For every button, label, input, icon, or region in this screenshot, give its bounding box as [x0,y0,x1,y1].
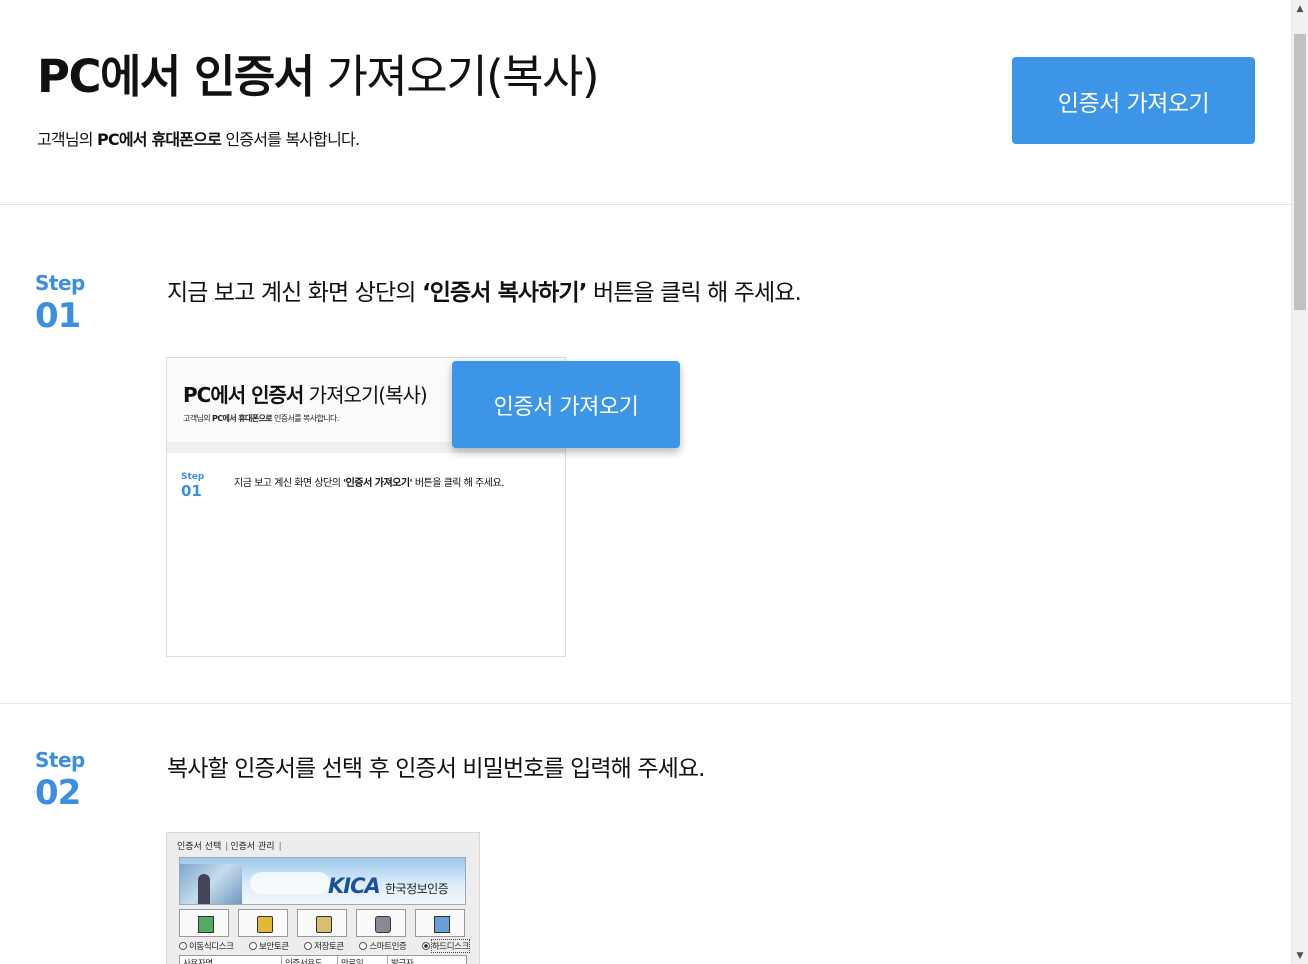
preview-title-bold: PC에서 인증서 [183,383,304,407]
preview-sub-bold: PC에서 휴대폰으로 [212,414,273,423]
step-text-bold: ‘인증서 복사하기’ [421,280,588,306]
column-header: 만료일 [338,956,388,964]
building-illustration [180,864,242,904]
radio-option-selected: 하드디스크 [421,939,471,953]
person-illustration [198,874,210,904]
radio-option: 보안토큰 [249,940,289,952]
preview-import-button: 인증서 가져오기 [452,361,680,448]
preview-step-number: 01 [181,482,202,500]
radio-label: 이동식디스크 [189,942,234,952]
import-certificate-button[interactable]: 인증서 가져오기 [1012,57,1255,144]
preview-tab-row: 인증서 선택 | 인증서 관리 | [177,842,282,852]
column-header: 인증서용도 [282,956,338,964]
preview-text-post: 버튼을 클릭 해 주세요. [414,478,505,489]
hard-disk-icon [415,909,465,937]
subtitle-post: 인증서를 복사합니다. [225,130,360,149]
step-text-post: 버튼을 클릭 해 주세요. [592,280,802,306]
radio-option: 저장토큰 [304,940,344,952]
step-number: 02 [35,773,81,813]
column-header: 사용자명 [180,956,282,964]
preview-sub-post: 인증서를 복사합니다. [274,414,339,423]
scroll-down-arrow-icon[interactable]: ▼ [1292,947,1308,964]
radio-option: 스마트인증 [359,940,407,952]
preview-subtitle: 고객님의 PC에서 휴대폰으로 인증서를 복사합니다. [183,413,339,424]
security-token-icon [238,909,288,937]
header-divider [0,204,1291,205]
preview-step-label: Step [181,472,205,482]
storage-radio-row: 이동식디스크 보안토큰 저장토큰 스마트인증 하드디스크 [179,939,471,953]
kica-logo: KICA [328,874,381,898]
radio-icon [249,942,257,950]
preview-tab: 인증서 관리 [230,842,275,852]
preview-sub-pre: 고객님의 [183,414,211,423]
subtitle-bold: PC에서 휴대폰으로 [96,130,222,149]
kica-banner: KICA 한국정보인증 [179,857,466,905]
certificate-table-header: 사용자명 인증서용도 만료일 발급자 [179,955,467,964]
scroll-up-arrow-icon[interactable]: ▲ [1292,0,1308,17]
page-title: PC에서 인증서 가져오기(복사) [37,50,600,103]
step-instruction: 복사할 인증서를 선택 후 인증서 비밀번호를 입력해 주세요. [167,756,705,782]
page-title-rest: 가져오기(복사) [326,50,600,103]
preview-title: PC에서 인증서 가져오기(복사) [183,379,428,408]
step-label: Step [35,271,85,295]
page-subtitle: 고객님의 PC에서 휴대폰으로 인증서를 복사합니다. [37,126,360,150]
radio-icon [179,942,187,950]
page-title-bold: PC에서 인증서 [37,50,315,103]
step-label: Step [35,748,85,772]
preview-text-bold: '인증서 가져오기' [343,478,413,489]
radio-option: 이동식디스크 [179,940,234,952]
preview-tab: 인증서 선택 [177,842,222,852]
preview-text-pre: 지금 보고 계신 화면 상단의 [234,478,341,489]
radio-icon [359,942,368,950]
radio-label: 스마트인증 [369,942,407,952]
step-text-pre: 지금 보고 계신 화면 상단의 [167,280,416,306]
radio-label: 보안토큰 [259,942,289,952]
subtitle-pre: 고객님의 [37,130,93,149]
step-divider [0,703,1291,704]
preview-step-text: 지금 보고 계신 화면 상단의 '인증서 가져오기' 버튼을 클릭 해 주세요. [234,474,504,489]
storage-media-row [179,909,465,939]
vertical-scrollbar[interactable]: ▲ ▼ [1291,0,1308,964]
storage-token-icon [297,909,347,937]
radio-selected-icon [421,942,430,950]
column-header: 발급자 [391,959,414,964]
usb-drive-icon [179,909,229,937]
preview-title-rest: 가져오기(복사) [308,383,428,407]
step-instruction: 지금 보고 계신 화면 상단의 ‘인증서 복사하기’ 버튼을 클릭 해 주세요. [167,273,802,307]
radio-icon [304,942,313,950]
step2-preview-image: 인증서 선택 | 인증서 관리 | KICA 한국정보인증 이동식디스크 보안토큰 저… [166,832,480,964]
cloud-illustration [250,872,330,894]
kica-logo-korean: 한국정보인증 [385,882,449,896]
scrollbar-thumb[interactable] [1294,34,1306,310]
smartphone-icon [356,909,406,937]
step-number: 01 [35,296,81,336]
radio-label: 저장토큰 [314,942,344,952]
page: PC에서 인증서 가져오기(복사) 고객님의 PC에서 휴대폰으로 인증서를 복… [0,0,1291,964]
radio-label: 하드디스크 [430,939,471,953]
